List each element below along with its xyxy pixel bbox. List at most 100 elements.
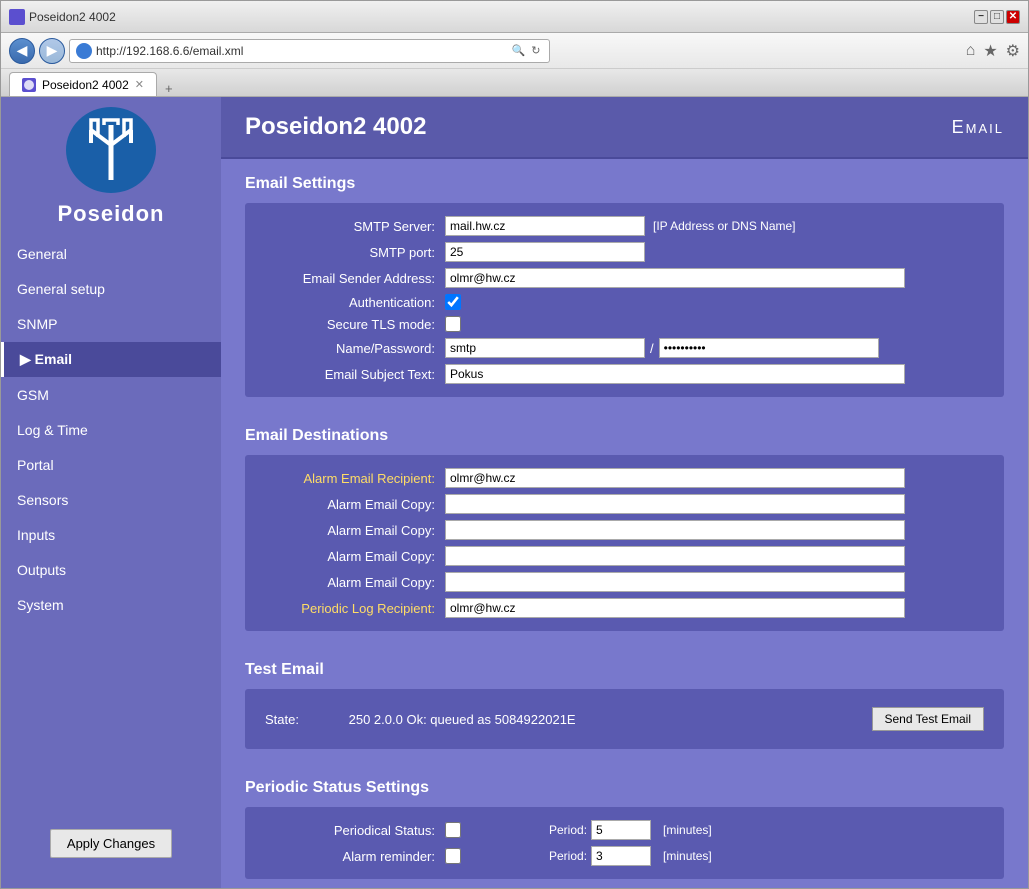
new-tab-button[interactable]: + <box>157 81 181 96</box>
active-arrow: ▶ <box>20 351 35 367</box>
sidebar-item-snmp[interactable]: SNMP <box>1 307 221 341</box>
app-title: Poseidon2 4002 <box>245 113 426 141</box>
tab-close-icon[interactable]: ✕ <box>135 78 144 91</box>
trident-icon <box>81 115 141 185</box>
forward-button[interactable]: ▶ <box>39 38 65 64</box>
sidebar-item-portal[interactable]: Portal <box>1 448 221 482</box>
sidebar-item-sensors[interactable]: Sensors <box>1 483 221 517</box>
alarm-copy-row-3: Alarm Email Copy: <box>255 543 994 569</box>
alarm-copy-input-1[interactable] <box>445 494 905 514</box>
secure-tls-checkbox[interactable] <box>445 316 461 332</box>
periodical-status-checkbox[interactable] <box>445 822 461 838</box>
alarm-copy-input-2[interactable] <box>445 520 905 540</box>
alarm-reminder-row: Alarm reminder: Period: [minutes] <box>255 843 994 869</box>
separator: / <box>645 341 659 356</box>
auth-label: Authentication: <box>265 295 445 310</box>
state-value: 250 2.0.0 Ok: queued as 5084922021E <box>349 712 576 727</box>
sidebar-item-system[interactable]: System <box>1 588 221 622</box>
minimize-button[interactable]: − <box>974 10 988 24</box>
email-destinations-section: Email Destinations Alarm Email Recipient… <box>221 423 1028 657</box>
alarm-copy-row-1: Alarm Email Copy: <box>255 491 994 517</box>
settings-icon[interactable]: ⚙ <box>1006 41 1020 61</box>
smtp-server-hint: [IP Address or DNS Name] <box>645 219 796 233</box>
sidebar-item-outputs[interactable]: Outputs <box>1 553 221 587</box>
periodical-status-label: Periodical Status: <box>265 823 445 838</box>
main-area: Poseidon General General setup SNMP ▶ Em… <box>1 97 1028 888</box>
content-area: Poseidon2 4002 Email Email Settings SMTP… <box>221 97 1028 888</box>
period-label-2: Period: <box>541 849 587 863</box>
state-row: State: 250 2.0.0 Ok: queued as 508492202… <box>255 706 586 733</box>
email-sender-input[interactable] <box>445 268 905 288</box>
alarm-copy-input-3[interactable] <box>445 546 905 566</box>
address-bar[interactable]: http://192.168.6.6/email.xml 🔍 ↻ <box>69 39 550 63</box>
logo-circle <box>66 107 156 193</box>
window-controls: − □ ✕ <box>974 10 1020 24</box>
password-input[interactable] <box>659 338 879 358</box>
periodic-status-title: Periodic Status Settings <box>245 779 1004 797</box>
content-header: Poseidon2 4002 Email <box>221 97 1028 159</box>
navigation-bar: ◀ ▶ http://192.168.6.6/email.xml 🔍 ↻ ⌂ ★… <box>1 33 1028 69</box>
subject-text-input[interactable] <box>445 364 905 384</box>
smtp-server-row: SMTP Server: [IP Address or DNS Name] <box>255 213 994 239</box>
alarm-reminder-label: Alarm reminder: <box>265 849 445 864</box>
sidebar-item-general-setup[interactable]: General setup <box>1 272 221 306</box>
alarm-copy-input-4[interactable] <box>445 572 905 592</box>
home-icon[interactable]: ⌂ <box>966 42 976 60</box>
sidebar-item-gsm[interactable]: GSM <box>1 378 221 412</box>
test-email-title: Test Email <box>245 661 1004 679</box>
alarm-recipient-input[interactable] <box>445 468 905 488</box>
email-destinations-title: Email Destinations <box>245 427 1004 445</box>
maximize-button[interactable]: □ <box>990 10 1004 24</box>
alarm-copy-label-1: Alarm Email Copy: <box>265 497 445 512</box>
email-settings-title: Email Settings <box>245 175 1004 193</box>
toolbar-right: ⌂ ★ ⚙ <box>554 41 1021 61</box>
sidebar-item-email[interactable]: ▶ Email <box>1 342 221 377</box>
address-text: http://192.168.6.6/email.xml <box>96 44 506 58</box>
periodic-log-input[interactable] <box>445 598 905 618</box>
secure-tls-label: Secure TLS mode: <box>265 317 445 332</box>
apply-changes-button[interactable]: Apply Changes <box>50 829 172 858</box>
refresh-icon[interactable]: ↻ <box>529 44 542 57</box>
tab-favicon-icon <box>9 9 25 25</box>
alarm-recipient-row: Alarm Email Recipient: <box>255 465 994 491</box>
window-title: Poseidon2 4002 <box>29 10 116 24</box>
alarm-copy-row-2: Alarm Email Copy: <box>255 517 994 543</box>
smtp-server-input[interactable] <box>445 216 645 236</box>
alarm-copy-row-4: Alarm Email Copy: <box>255 569 994 595</box>
search-icon[interactable]: 🔍 <box>510 44 528 57</box>
address-actions: 🔍 ↻ <box>510 44 543 57</box>
send-test-email-button[interactable]: Send Test Email <box>872 707 985 731</box>
period-input-2[interactable] <box>591 846 651 866</box>
name-input[interactable] <box>445 338 645 358</box>
sidebar-item-general[interactable]: General <box>1 237 221 271</box>
email-destinations-box: Alarm Email Recipient: Alarm Email Copy:… <box>245 455 1004 631</box>
subject-text-label: Email Subject Text: <box>265 367 445 382</box>
secure-tls-row: Secure TLS mode: <box>255 313 994 335</box>
alarm-reminder-checkbox[interactable] <box>445 848 461 864</box>
favorites-icon[interactable]: ★ <box>983 41 997 61</box>
smtp-port-input[interactable] <box>445 242 645 262</box>
title-bar-left: Poseidon2 4002 <box>9 9 116 25</box>
email-settings-box: SMTP Server: [IP Address or DNS Name] SM… <box>245 203 1004 397</box>
back-button[interactable]: ◀ <box>9 38 35 64</box>
test-email-section: Test Email State: 250 2.0.0 Ok: queued a… <box>221 657 1028 775</box>
active-tab[interactable]: Poseidon2 4002 ✕ <box>9 72 157 96</box>
periodic-status-section: Periodic Status Settings Periodical Stat… <box>221 775 1028 888</box>
sidebar-item-inputs[interactable]: Inputs <box>1 518 221 552</box>
email-settings-section: Email Settings SMTP Server: [IP Address … <box>221 159 1028 423</box>
periodical-status-row: Periodical Status: Period: [minutes] <box>255 817 994 843</box>
period-input-1[interactable] <box>591 820 651 840</box>
nav-menu: General General setup SNMP ▶ Email GSM L… <box>1 237 221 622</box>
periodic-status-box: Periodical Status: Period: [minutes] Ala… <box>245 807 1004 879</box>
period-label-1: Period: <box>541 823 587 837</box>
subject-text-row: Email Subject Text: <box>255 361 994 387</box>
tab-favicon-icon <box>22 78 36 92</box>
auth-checkbox[interactable] <box>445 294 461 310</box>
test-email-box: State: 250 2.0.0 Ok: queued as 508492202… <box>245 689 1004 749</box>
email-sender-row: Email Sender Address: <box>255 265 994 291</box>
tab-bar: Poseidon2 4002 ✕ + <box>1 69 1028 97</box>
close-button[interactable]: ✕ <box>1006 10 1020 24</box>
sidebar-item-log-time[interactable]: Log & Time <box>1 413 221 447</box>
logo-text: Poseidon <box>57 201 164 227</box>
address-favicon <box>76 43 92 59</box>
